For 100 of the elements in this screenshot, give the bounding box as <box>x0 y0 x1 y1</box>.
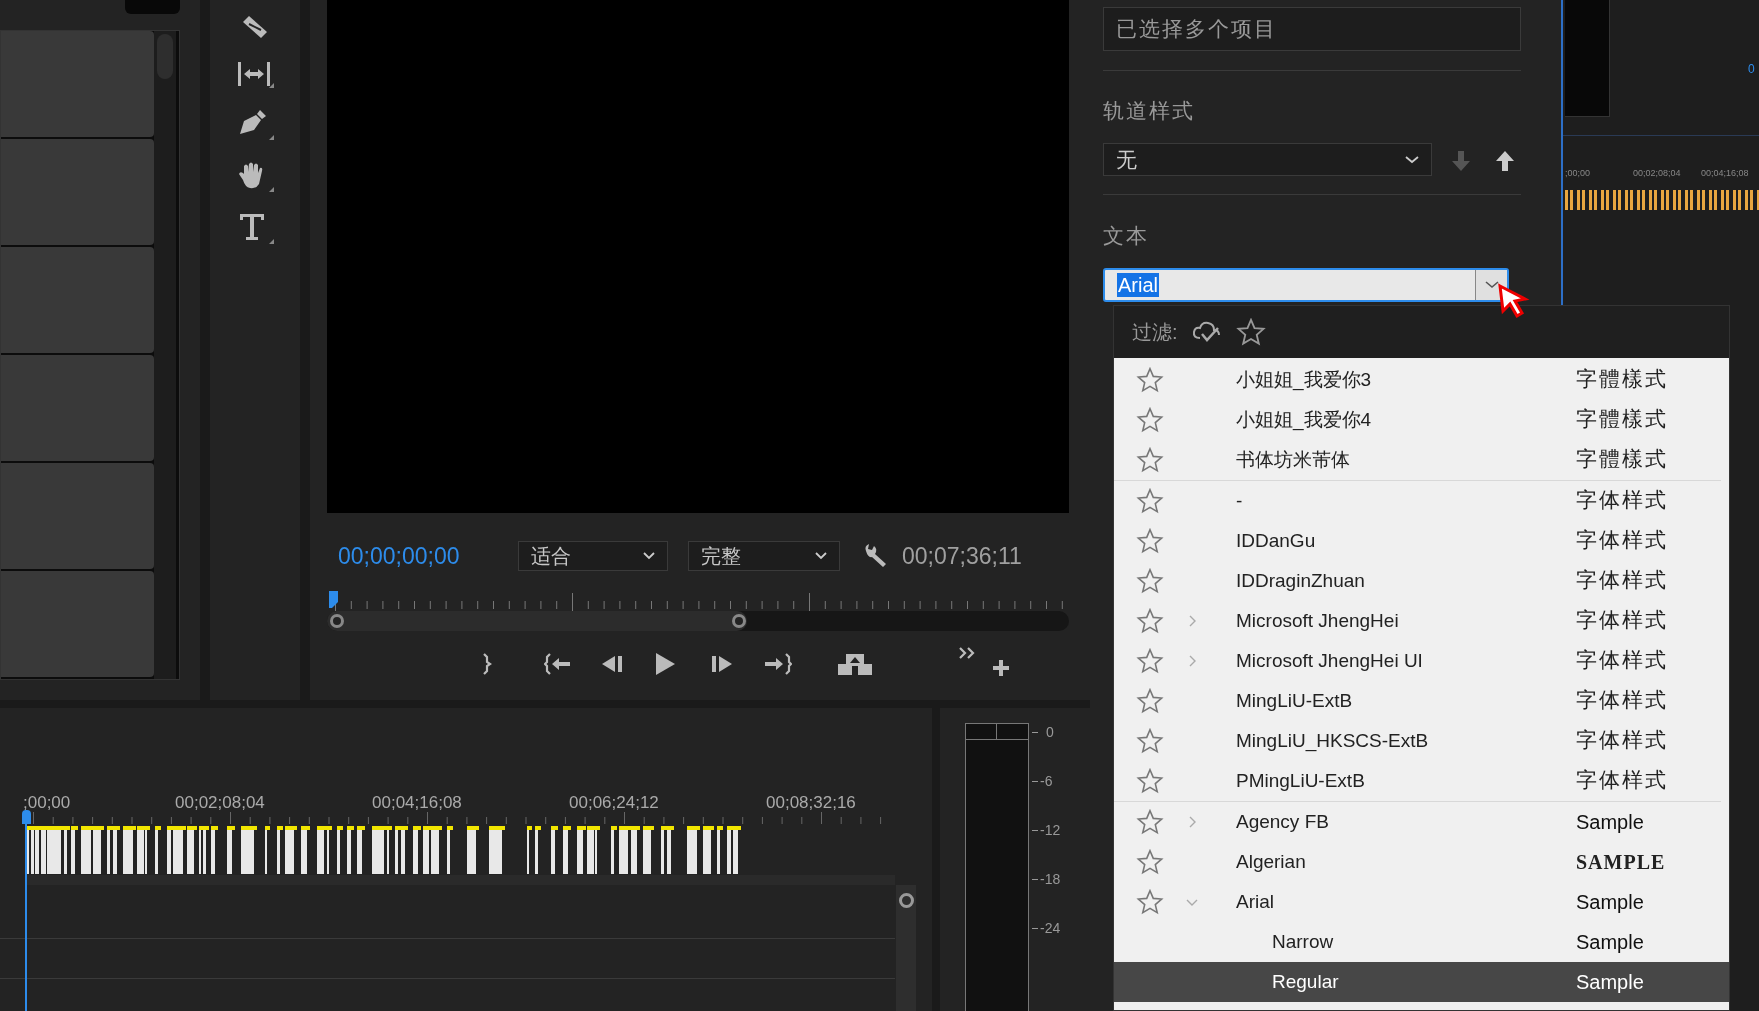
zoom-dropdown[interactable]: 适合 <box>518 541 668 571</box>
current-timecode[interactable]: 00;00;00;00 <box>338 538 518 574</box>
font-sample: Sample <box>1576 810 1644 835</box>
font-item[interactable]: PMingLiU-ExtB 字体样式 <box>1114 761 1729 801</box>
font-name: PMingLiU-ExtB <box>1236 768 1366 793</box>
font-sample: SAMPLE <box>1576 850 1666 875</box>
star-icon[interactable] <box>1136 488 1164 514</box>
star-icon[interactable] <box>1136 648 1164 674</box>
font-item[interactable]: Regular Sample <box>1114 962 1729 1002</box>
font-sample: 字体样式 <box>1576 607 1668 635</box>
ruler-label: ;00;00 <box>1565 167 1591 180</box>
star-icon[interactable] <box>1136 889 1164 915</box>
play-icon[interactable] <box>654 652 676 676</box>
font-item[interactable]: Arial Sample <box>1114 882 1729 922</box>
scrollbar[interactable] <box>154 31 176 679</box>
track-card[interactable] <box>1 139 154 245</box>
star-icon[interactable] <box>1136 367 1164 393</box>
font-sample: 字体样式 <box>1576 567 1668 595</box>
font-item[interactable]: IDDanGu 字体样式 <box>1114 521 1729 561</box>
export-frame-icon[interactable] <box>837 652 873 676</box>
quality-dropdown[interactable]: 完整 <box>688 541 840 571</box>
font-item[interactable]: MingLiU-ExtB 字体样式 <box>1114 681 1729 721</box>
font-item[interactable]: MingLiU_HKSCS-ExtB 字体样式 <box>1114 721 1729 761</box>
track-card[interactable] <box>1 355 154 461</box>
timecode-fragment: 0 <box>1748 61 1755 78</box>
star-icon[interactable] <box>1136 809 1164 835</box>
font-item[interactable]: Agency FB Sample <box>1114 802 1729 842</box>
font-name: IDDraginZhuan <box>1236 568 1366 593</box>
track-card[interactable] <box>1 247 154 353</box>
more-icon[interactable] <box>958 646 976 660</box>
meter-label: -18 <box>1040 870 1061 889</box>
font-sample: Sample <box>1576 970 1644 995</box>
track-card[interactable] <box>1 571 154 677</box>
font-sample: Sample <box>1576 930 1644 955</box>
font-field[interactable]: Arial <box>1103 268 1509 302</box>
chevron-icon <box>1484 281 1499 289</box>
font-item[interactable]: 小姐姐_我爱你3 字體樣式 <box>1114 360 1729 400</box>
meter-label: -24 <box>1040 919 1061 938</box>
add-icon[interactable] <box>991 658 1011 678</box>
slip-icon[interactable] <box>236 60 274 88</box>
star-icon[interactable] <box>1136 849 1164 875</box>
go-to-in-icon[interactable] <box>544 653 572 675</box>
font-item[interactable]: IDDraginZhuan 字体样式 <box>1114 561 1729 601</box>
ruler-label: 00;02;08;04 <box>1633 167 1681 180</box>
chevron-icon <box>643 552 655 560</box>
star-icon[interactable] <box>1136 768 1164 794</box>
playhead-handle[interactable] <box>22 810 31 824</box>
star-icon[interactable] <box>1136 528 1164 554</box>
font-sample: 字体样式 <box>1576 687 1668 715</box>
star-icon[interactable] <box>1136 728 1164 754</box>
font-sample: 字体样式 <box>1576 767 1668 795</box>
font-sample: 字體樣式 <box>1576 366 1668 394</box>
scrollbar[interactable] <box>896 885 916 1011</box>
star-icon[interactable] <box>1235 318 1266 346</box>
font-item[interactable]: 书体坊米芾体 字體樣式 <box>1114 440 1729 480</box>
font-name: 书体坊米芾体 <box>1236 447 1351 472</box>
ruler-label: 00;04;16;08 <box>372 792 462 814</box>
go-to-out-icon[interactable] <box>764 653 792 675</box>
track-card[interactable] <box>1 31 154 137</box>
chevron-icon <box>1405 155 1419 164</box>
star-icon[interactable] <box>1136 688 1164 714</box>
track-card[interactable] <box>1 463 154 569</box>
section-label: 文本 <box>1103 223 1149 249</box>
font-sample: 字体样式 <box>1576 527 1668 555</box>
razor-icon[interactable] <box>241 14 269 40</box>
font-item[interactable]: Microsoft JhengHei UI 字体样式 <box>1114 641 1729 681</box>
star-icon[interactable] <box>1136 447 1164 473</box>
star-icon[interactable] <box>1136 568 1164 594</box>
font-sample: 字体样式 <box>1576 647 1668 675</box>
font-sample: 字體樣式 <box>1576 446 1668 474</box>
section-label: 轨道样式 <box>1103 98 1195 124</box>
hand-icon[interactable] <box>236 160 274 192</box>
step-forward-icon[interactable] <box>710 654 734 674</box>
mark-out-icon[interactable] <box>482 653 492 675</box>
font-name: IDDanGu <box>1236 528 1317 553</box>
font-item[interactable]: Narrow Sample <box>1114 922 1729 962</box>
font-sample: 字體樣式 <box>1576 406 1668 434</box>
ruler-label: ;00;00 <box>23 792 71 814</box>
zoom-scrollbar[interactable] <box>327 611 1069 631</box>
ruler-label: 00;04;16;08 <box>1701 167 1749 180</box>
chevron-icon <box>815 552 827 560</box>
meter-label: 0 <box>1046 723 1054 742</box>
font-name: Arial <box>1236 889 1275 914</box>
font-item[interactable]: 小姐姐_我爱你4 字體樣式 <box>1114 400 1729 440</box>
arrow-up-icon[interactable] <box>1494 150 1516 172</box>
wrench-icon[interactable] <box>862 543 888 569</box>
scroll-handle[interactable] <box>732 614 746 628</box>
step-back-icon[interactable] <box>600 654 624 674</box>
track-style-dropdown[interactable]: 无 <box>1103 143 1432 176</box>
font-item[interactable]: Algerian SAMPLE <box>1114 842 1729 882</box>
font-name: Algerian <box>1236 849 1307 874</box>
font-item[interactable]: - 字体样式 <box>1114 481 1729 521</box>
meter-label: -6 <box>1040 772 1053 791</box>
font-sample: 字体样式 <box>1576 487 1668 515</box>
cloud-check-icon[interactable] <box>1191 320 1222 344</box>
arrow-down-icon[interactable] <box>1450 150 1472 172</box>
font-sample: 字体样式 <box>1576 727 1668 755</box>
font-item[interactable]: Microsoft JhengHei 字体样式 <box>1114 601 1729 641</box>
star-icon[interactable] <box>1136 407 1164 433</box>
star-icon[interactable] <box>1136 608 1164 634</box>
